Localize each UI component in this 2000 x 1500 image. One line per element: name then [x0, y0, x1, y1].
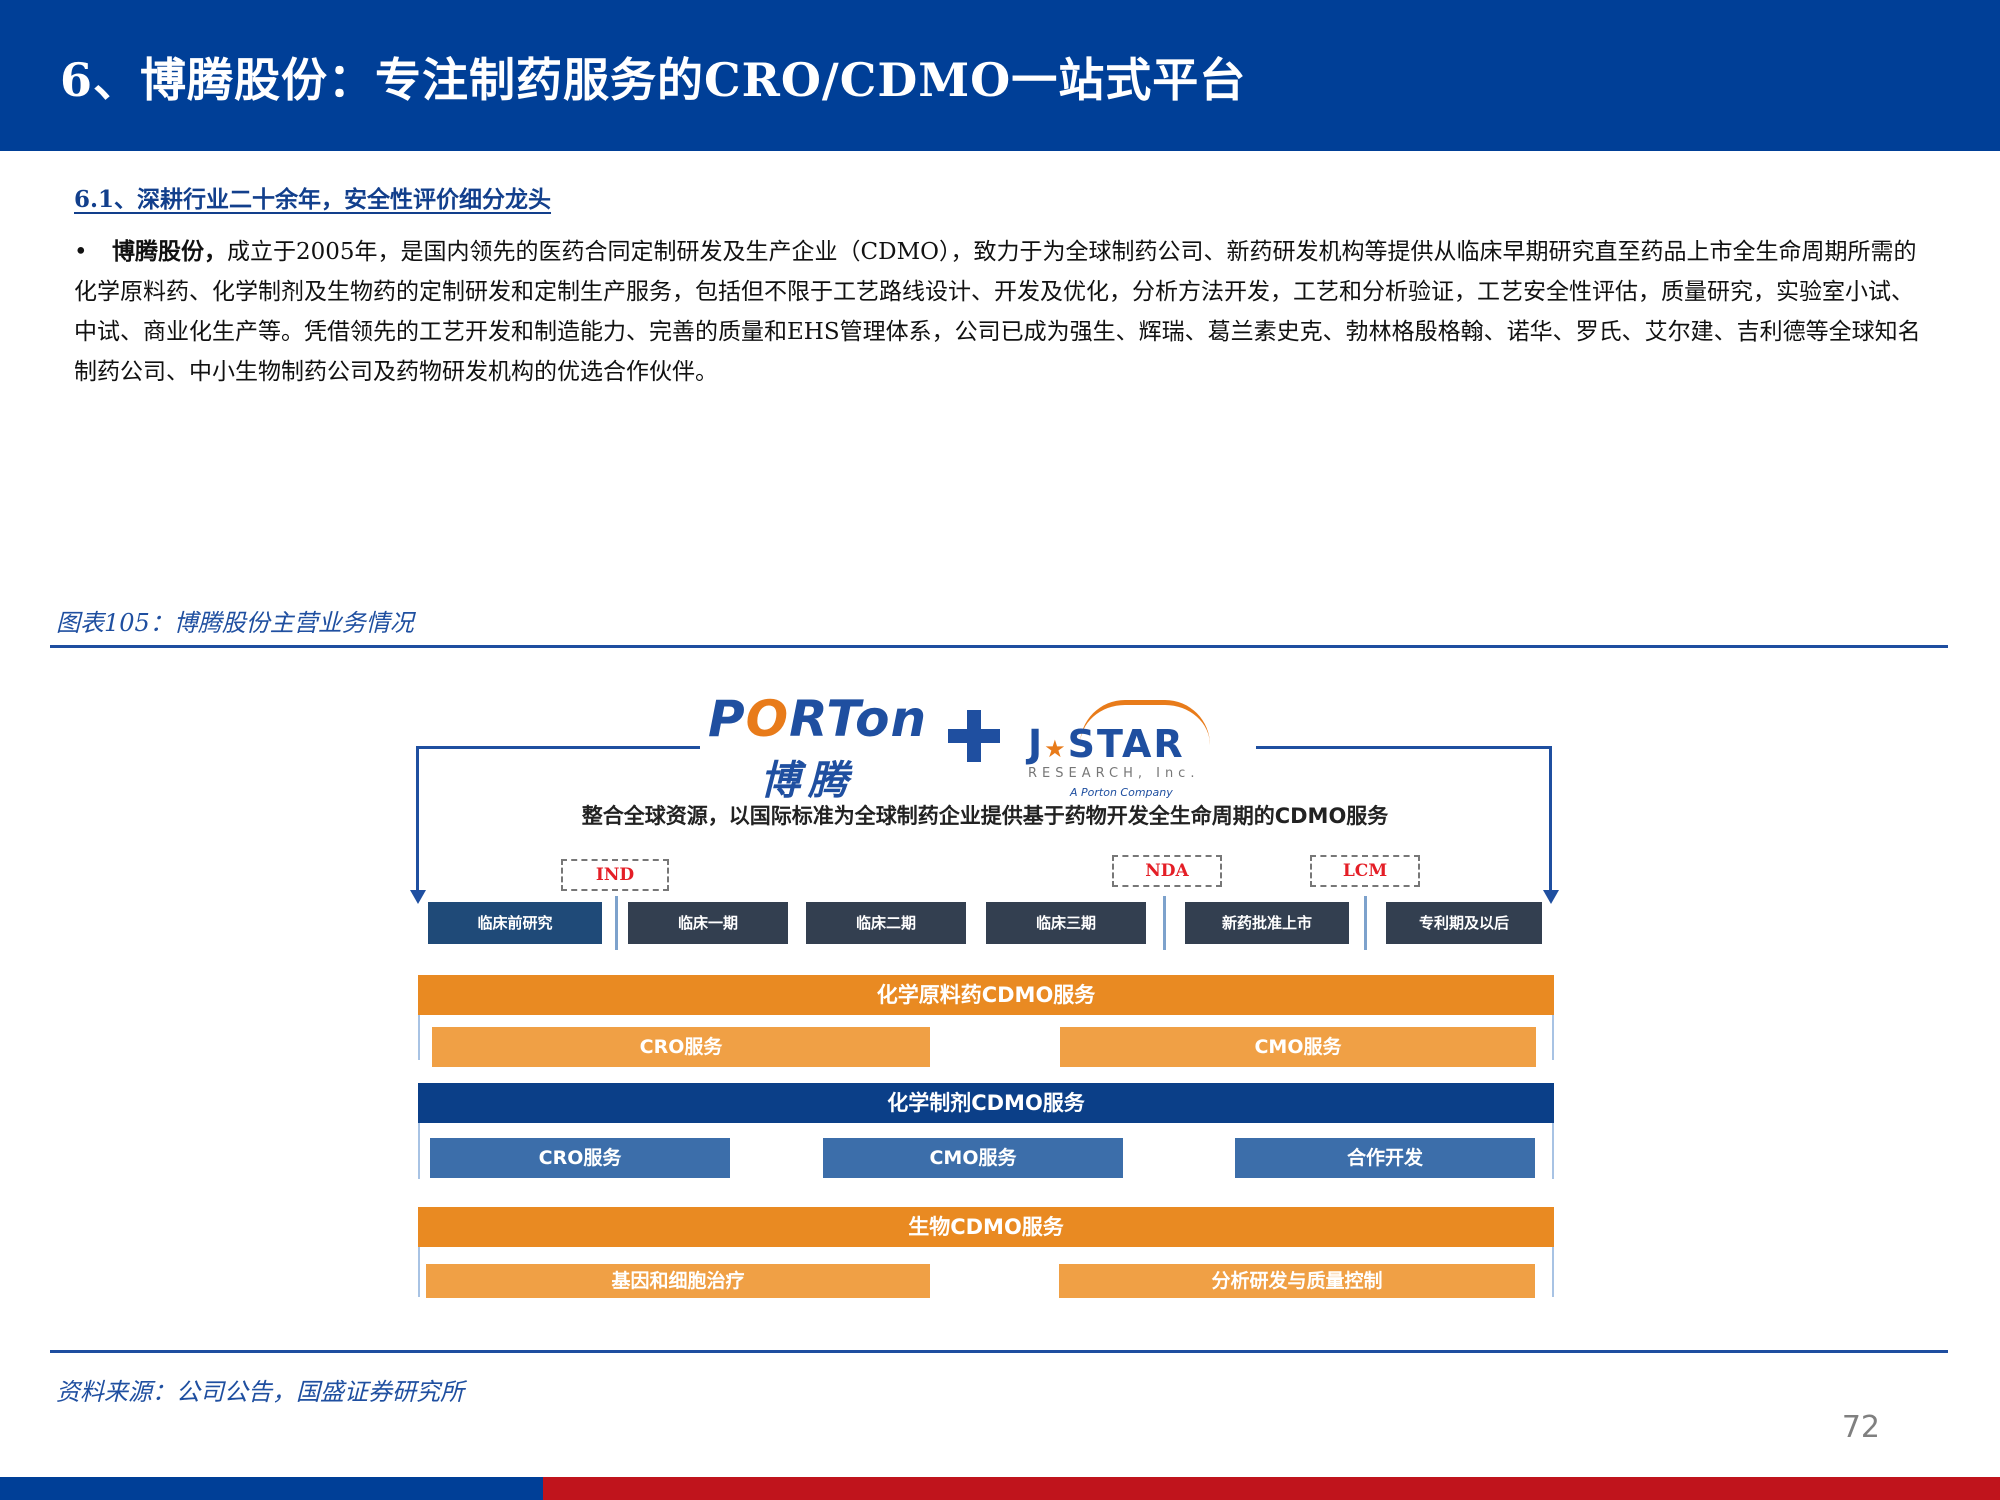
- stage-divider: [1364, 896, 1367, 950]
- formulation-co-development: 合作开发: [1235, 1138, 1535, 1178]
- stage-phase-1: 临床一期: [628, 902, 788, 944]
- arrow-down-right-icon: [1542, 890, 1559, 904]
- figure-top-rule: [50, 645, 1948, 648]
- company-name-lead: 博腾股份，: [112, 238, 227, 265]
- porton-chinese-logo: 博腾: [760, 758, 856, 804]
- milestone-ind: IND: [561, 859, 669, 891]
- bio-gene-cell-therapy: 基因和细胞治疗: [426, 1264, 930, 1298]
- stage-preclinical: 临床前研究: [428, 902, 602, 944]
- arrow-down-left-icon: [409, 890, 426, 904]
- band-api-cdmo: 化学原料药CDMO服务: [418, 975, 1554, 1015]
- formulation-cmo-service: CMO服务: [823, 1138, 1123, 1178]
- bracket-top-left: [416, 746, 700, 749]
- slide-header: 6、博腾股份：专注制药服务的CRO/CDMO一站式平台: [0, 0, 2000, 151]
- page-number: 72: [1841, 1410, 1880, 1445]
- stage-approval: 新药批准上市: [1185, 902, 1349, 944]
- stage-phase-2: 临床二期: [806, 902, 966, 944]
- stage-phase-3: 临床三期: [986, 902, 1146, 944]
- section-heading: 6.1、深耕行业二十余年，安全性评价细分龙头: [74, 186, 552, 213]
- slide-title: 6、博腾股份：专注制药服务的CRO/CDMO一站式平台: [60, 53, 1247, 107]
- band-formulation-cdmo: 化学制剂CDMO服务: [418, 1083, 1554, 1123]
- band-bio-cdmo: 生物CDMO服务: [418, 1207, 1554, 1247]
- api-cmo-service: CMO服务: [1060, 1027, 1536, 1067]
- stage-divider: [615, 896, 618, 950]
- milestone-nda: NDA: [1112, 855, 1222, 887]
- body-text: 成立于2005年，是国内领先的医药合同定制研发及生产企业（CDMO），致力于为全…: [74, 239, 1921, 385]
- body-paragraph: • 博腾股份，成立于2005年，是国内领先的医药合同定制研发及生产企业（CDMO）…: [74, 232, 1924, 392]
- bio-analytics-qc: 分析研发与质量控制: [1059, 1264, 1535, 1298]
- milestone-lcm: LCM: [1310, 855, 1420, 887]
- formulation-cro-service: CRO服务: [430, 1138, 730, 1178]
- bracket-top-right: [1256, 746, 1552, 749]
- stage-divider: [1163, 896, 1166, 950]
- jstar-logo-subtitle: RESEARCH, Inc.: [1028, 766, 1200, 781]
- bullet-icon: •: [74, 239, 88, 265]
- jstar-logo-tagline: A Porton Company: [1070, 786, 1173, 799]
- business-diagram: PORTon 博腾 J★STAR RESEARCH, Inc. A Porton…: [400, 690, 1570, 1320]
- jstar-logo: J★STAR: [1028, 722, 1185, 766]
- plus-icon: [948, 710, 1000, 762]
- footer-bar-red: [543, 1477, 2000, 1500]
- diagram-title: 整合全球资源，以国际标准为全球制药企业提供基于药物开发全生命周期的CDMO服务: [581, 804, 1389, 828]
- footer-bar-blue: [0, 1477, 543, 1500]
- porton-logo: PORTon: [708, 690, 928, 748]
- figure-caption: 图表105：博腾股份主营业务情况: [56, 609, 414, 637]
- stage-patent-period: 专利期及以后: [1386, 902, 1542, 944]
- api-cro-service: CRO服务: [432, 1027, 930, 1067]
- figure-bottom-rule: [50, 1350, 1948, 1353]
- source-note: 资料来源：公司公告，国盛证券研究所: [56, 1378, 464, 1406]
